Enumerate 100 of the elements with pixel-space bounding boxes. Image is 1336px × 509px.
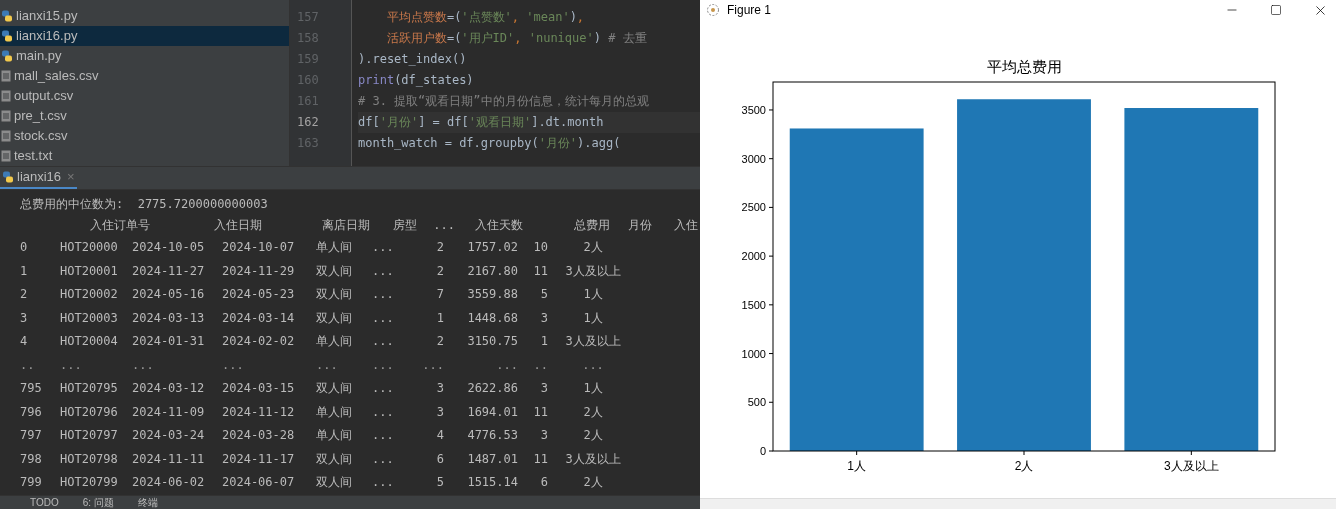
table-cell-text: ... (372, 450, 395, 468)
table-cell-text: HOT20797 (60, 427, 119, 444)
table-cell-text: ... (372, 333, 395, 350)
code-line: month_watch = df.groupby('月份').agg( (358, 135, 622, 152)
table-cell-text: 2 (20, 286, 29, 303)
table-cell-text: 单人间 (316, 403, 353, 421)
tool-window-button[interactable]: 终端 (137, 495, 158, 509)
table-cell-text: 2人 (582, 427, 604, 444)
y-tick-label: 1000 (741, 347, 766, 360)
ellipsis-cell-text: ... (316, 356, 339, 374)
table-cell-text: 双人间 (316, 450, 353, 468)
column-header: 房型 (392, 217, 417, 234)
y-tick: 2500 (741, 201, 774, 214)
table-cell-text: 双人间 (316, 474, 353, 491)
code-line: print(df_states) (358, 72, 475, 89)
file-item[interactable]: mall_sales.csv (0, 66, 289, 86)
file-item[interactable]: main.py (0, 46, 289, 66)
table-cell-text: ... (372, 403, 395, 421)
table-cell-text: 0 (20, 239, 29, 256)
x-tick: 3人及以上 (1164, 450, 1219, 473)
ellipsis-cell-text: ... (495, 356, 518, 374)
python-file-icon (1, 50, 13, 62)
table-cell-text: HOT20799 (60, 474, 119, 491)
y-tick-label: 2000 (741, 250, 766, 263)
table-cell-text: 2人 (582, 474, 604, 491)
table-cell-text: 798 (20, 450, 43, 468)
table-cell-text: 6 (435, 450, 444, 468)
ellipsis-cell-text: ... (60, 356, 83, 374)
table-cell-text: 2 (435, 262, 444, 280)
y-tick-label: 0 (759, 445, 766, 457)
y-tick-label: 1500 (741, 298, 766, 311)
table-cell-text: ... (372, 474, 395, 491)
table-cell-text: 7 (435, 286, 444, 303)
table-cell-text: 2024-03-12 (132, 380, 206, 397)
table-cell-text: HOT20001 (60, 262, 119, 280)
ellipsis-cell-text: ... (132, 356, 155, 374)
table-cell-text: 2024-10-07 (222, 239, 296, 256)
code-line: 活跃用户数=('用户ID', 'nunique') # 去重 (385, 30, 648, 47)
table-cell-text: 11 (532, 262, 548, 280)
y-tick: 2000 (741, 250, 774, 263)
ellipsis-cell-text: ... (372, 356, 395, 374)
y-tick: 500 (747, 396, 774, 409)
table-cell-text: HOT20004 (60, 333, 119, 350)
tool-window-button[interactable]: 6: 问题 (82, 495, 114, 509)
x-tick-label: 3人及以上 (1163, 459, 1219, 473)
console-message: 总费用的中位数为: 2775.7200000000003 (20, 196, 269, 213)
table-cell-text: ... (372, 309, 395, 327)
file-item[interactable]: lianxi15.py (0, 6, 289, 26)
table-cell-text: ... (372, 286, 395, 303)
table-cell-text: HOT20796 (60, 403, 119, 421)
table-cell-text: 单人间 (316, 427, 353, 444)
table-cell-text: 2024-10-05 (132, 239, 206, 256)
table-cell-text: 3人及以上 (564, 450, 622, 468)
table-cell-text: 6 (539, 474, 548, 491)
figure-icon (706, 3, 720, 17)
column-header: 总费用 (573, 217, 610, 234)
table-cell-text: ... (372, 427, 395, 444)
table-cell-text: 双人间 (316, 380, 353, 397)
table-cell-text: 2024-03-24 (132, 427, 206, 444)
table-cell-text: 2人 (582, 239, 604, 256)
table-cell-text: 1 (539, 333, 548, 350)
y-tick-label: 500 (747, 396, 766, 409)
file-item[interactable]: test.txt (0, 146, 289, 166)
file-item[interactable]: lianxi16.py (0, 26, 289, 46)
table-cell-text: ... (372, 262, 395, 280)
ellipsis-cell-text: .. (20, 356, 36, 374)
table-cell-text: 2024-06-02 (132, 474, 206, 491)
column-header: 入住 (673, 217, 698, 234)
table-cell-text: 单人间 (316, 333, 353, 350)
table-cell-text: 3 (435, 380, 444, 397)
file-item[interactable]: output.csv (0, 86, 289, 106)
y-tick: 0 (759, 445, 774, 457)
y-tick: 1000 (741, 347, 774, 360)
table-cell-text: 2024-11-17 (222, 450, 296, 468)
maximize-icon[interactable] (1270, 4, 1282, 16)
file-item[interactable]: pre_t.csv (0, 106, 289, 126)
table-cell-text: 2 (435, 333, 444, 350)
table-cell-text: 1 (435, 309, 444, 327)
table-cell-text: 2622.86 (466, 380, 518, 397)
table-cell-text: 5 (435, 474, 444, 491)
window-title: Figure 1 (727, 2, 772, 19)
table-cell-text: 3 (435, 403, 444, 421)
column-header: 入住订单号 (89, 217, 150, 234)
table-cell-text: 2024-03-15 (222, 380, 296, 397)
python-file-icon (2, 171, 14, 183)
chart-title: 平均总费用 (986, 58, 1062, 75)
ellipsis-cell-text: ... (422, 356, 444, 374)
table-cell-text: 1487.01 (466, 450, 518, 468)
ellipsis-cell-text: ... (581, 356, 605, 374)
table-cell-text: 2167.80 (466, 262, 518, 280)
file-item[interactable]: stock.csv (0, 126, 289, 146)
table-cell-text: 2人 (582, 403, 604, 421)
x-tick-label: 2人 (1014, 459, 1034, 473)
tool-window-button[interactable]: TODO (30, 495, 59, 509)
table-cell-text: 2 (435, 239, 444, 256)
python-file-icon (1, 30, 13, 42)
column-header: 入住日期 (213, 217, 262, 234)
table-cell-text: 3人及以上 (564, 262, 622, 280)
table-cell-text: 2024-05-23 (222, 286, 296, 303)
run-tab[interactable]: lianxi16 × (0, 167, 77, 189)
